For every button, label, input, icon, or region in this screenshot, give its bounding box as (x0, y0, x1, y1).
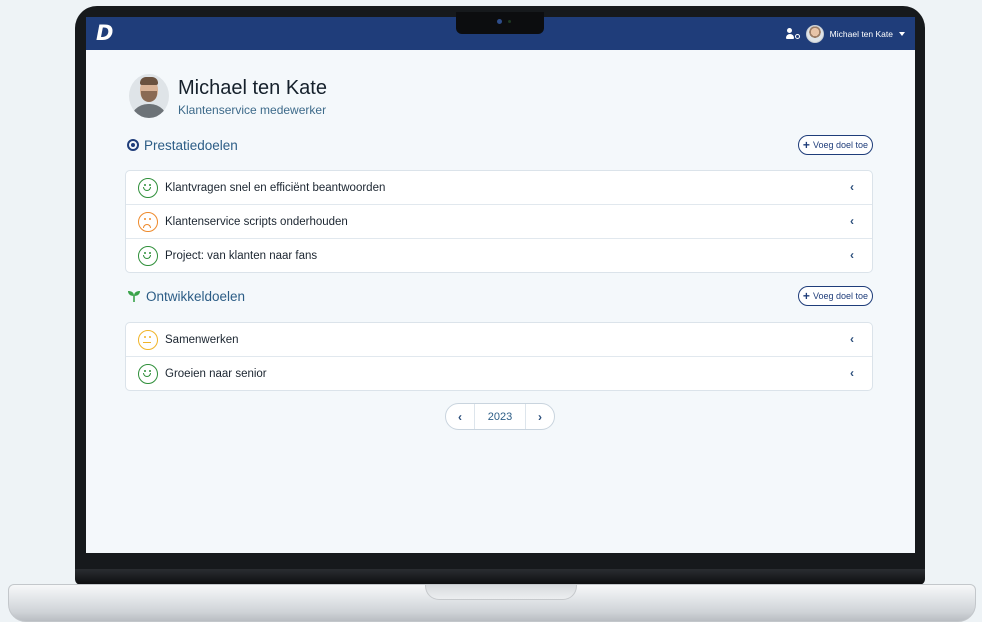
camera-led (508, 20, 511, 23)
section-title-development: Ontwikkeldoelen (127, 287, 245, 305)
goal-row[interactable]: Project: van klanten naar fans ‹ (126, 239, 872, 272)
chevron-left-icon[interactable]: ‹ (846, 215, 858, 227)
section-title-label: Ontwikkeldoelen (146, 288, 246, 304)
goal-row[interactable]: Groeien naar senior ‹ (126, 357, 872, 390)
add-button-label: Voeg doel toe (812, 140, 868, 150)
profile-role: Klantenservice medewerker (178, 103, 327, 117)
profile-avatar (129, 74, 169, 118)
app-logo[interactable]: D (96, 21, 113, 45)
sad-face-icon (138, 211, 158, 232)
chevron-left-icon[interactable]: ‹ (846, 249, 858, 261)
sprout-icon (128, 291, 140, 302)
development-goals-list: Samenwerken ‹ Groeien naar senior ‹ (125, 322, 873, 391)
profile-name: Michael ten Kate (178, 77, 327, 99)
user-switch-icon[interactable] (785, 28, 800, 40)
camera-lens (497, 19, 502, 24)
neutral-face-icon (138, 329, 158, 350)
laptop-base-notch (425, 585, 577, 600)
camera-notch (456, 12, 544, 34)
user-menu[interactable]: Michael ten Kate (785, 25, 905, 43)
happy-face-icon (138, 245, 158, 266)
avatar[interactable] (805, 25, 824, 43)
previous-year-button[interactable]: ‹ (446, 404, 474, 429)
current-year: 2023 (474, 404, 526, 429)
goal-row[interactable]: Samenwerken ‹ (126, 323, 872, 357)
user-name[interactable]: Michael ten Kate (830, 29, 893, 39)
goal-row[interactable]: Klantvragen snel en efficiënt beantwoord… (126, 171, 872, 205)
next-year-button[interactable]: › (526, 404, 554, 429)
chevron-left-icon[interactable]: ‹ (846, 181, 858, 193)
chevron-left-icon[interactable]: ‹ (846, 367, 858, 379)
goal-label: Groeien naar senior (165, 367, 267, 380)
target-icon (127, 139, 139, 151)
goal-label: Klantvragen snel en efficiënt beantwoord… (165, 181, 386, 194)
section-title-label: Prestatiedoelen (144, 137, 238, 153)
happy-face-icon (138, 363, 158, 384)
chevron-left-icon[interactable]: ‹ (846, 333, 858, 345)
section-title-performance: Prestatiedoelen (127, 136, 238, 154)
goal-label: Klantenservice scripts onderhouden (165, 215, 348, 228)
add-development-goal-button[interactable]: + Voeg doel toe (797, 286, 873, 306)
year-pager: ‹ 2023 › (445, 403, 555, 430)
add-performance-goal-button[interactable]: + Voeg doel toe (797, 135, 873, 155)
performance-goals-list: Klantvragen snel en efficiënt beantwoord… (125, 170, 873, 273)
goal-row[interactable]: Klantenservice scripts onderhouden ‹ (126, 205, 872, 239)
goal-label: Project: van klanten naar fans (165, 249, 318, 262)
add-button-label: Voeg doel toe (812, 291, 868, 301)
happy-face-icon (138, 177, 158, 198)
app-screen: D Michael ten Kate Michael ten Kate Klan… (86, 17, 915, 553)
plus-icon: + (802, 138, 810, 152)
plus-icon: + (802, 289, 810, 303)
laptop-hinge (75, 569, 925, 585)
goal-label: Samenwerken (165, 333, 239, 346)
caret-down-icon[interactable] (899, 32, 905, 36)
